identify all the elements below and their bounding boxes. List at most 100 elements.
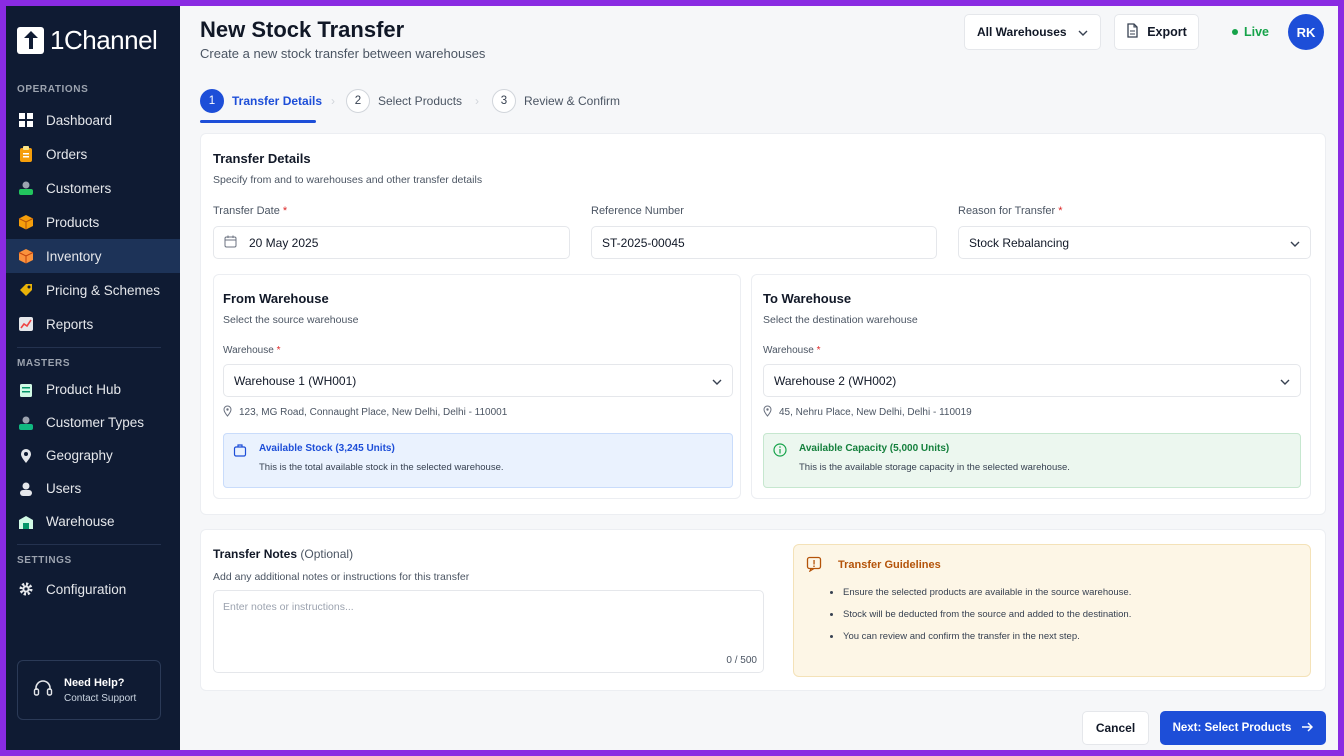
brand[interactable]: 1Channel <box>6 6 180 62</box>
available-stock-title: Available Stock (3,245 Units) <box>259 443 395 454</box>
bullet <box>830 590 833 594</box>
sidebar-item-label: Product Hub <box>46 382 122 397</box>
sidebar-item-label: Pricing & Schemes <box>46 282 161 298</box>
address-text: 45, Nehru Place, New Delhi, Delhi - 1100… <box>779 407 972 418</box>
transfer-details-card: Transfer Details Specify from and to war… <box>200 133 1326 515</box>
transfer-notes-card: Transfer Notes (Optional) Add any additi… <box>200 529 1326 691</box>
sidebar-item-customers[interactable]: Customers <box>6 171 180 205</box>
customer-types-icon <box>17 414 35 432</box>
step-label: Review & Confirm <box>524 94 621 108</box>
arrow-right-icon <box>1301 721 1314 735</box>
label-text: Warehouse <box>223 345 274 356</box>
notes-title: Transfer Notes (Optional) <box>213 547 353 561</box>
contact-support-link[interactable]: Contact Support <box>64 693 136 704</box>
sidebar-item-products[interactable]: Products <box>6 205 180 239</box>
sidebar-item-configuration[interactable]: Configuration <box>6 572 180 606</box>
sidebar-item-label: Reports <box>46 316 94 332</box>
next-button[interactable]: Next: Select Products <box>1160 711 1326 745</box>
sidebar-item-warehouse[interactable]: Warehouse <box>6 505 180 538</box>
chevron-down-icon <box>1290 236 1300 250</box>
warehouse-filter-select[interactable]: All Warehouses <box>964 14 1101 50</box>
step-review-confirm[interactable]: 3 Review & Confirm <box>492 89 620 113</box>
from-warehouse-subtitle: Select the source warehouse <box>223 314 359 326</box>
avatar[interactable]: RK <box>1288 14 1324 50</box>
sidebar-item-reports[interactable]: Reports <box>6 307 180 341</box>
next-label: Next: Select Products <box>1172 722 1292 734</box>
live-status: Live <box>1232 25 1269 39</box>
chevron-down-icon <box>1078 25 1088 39</box>
to-warehouse-label: Warehouse * <box>763 345 821 356</box>
step-label: Transfer Details <box>232 94 323 108</box>
step-label: Select Products <box>378 94 463 108</box>
sidebar-item-inventory[interactable]: Inventory <box>6 239 180 273</box>
reason-select[interactable]: Stock Rebalancing <box>958 226 1311 259</box>
sidebar-item-label: Warehouse <box>46 514 115 529</box>
from-warehouse-card: From Warehouse Select the source warehou… <box>213 274 741 499</box>
gear-icon <box>17 580 35 598</box>
sidebar-item-pricing-schemes[interactable]: Pricing & Schemes <box>6 273 180 307</box>
alert-icon <box>806 556 822 577</box>
sidebar-item-customer-types[interactable]: Customer Types <box>6 406 180 439</box>
reference-number-field[interactable]: ST-2025-00045 <box>591 226 937 259</box>
sidebar-item-geography[interactable]: Geography <box>6 439 180 472</box>
live-dot-icon <box>1232 29 1238 35</box>
character-counter: 0 / 500 <box>726 655 757 666</box>
dashboard-icon <box>17 111 35 129</box>
sidebar-item-users[interactable]: Users <box>6 472 180 505</box>
step-number: 3 <box>492 89 516 113</box>
map-pin-icon <box>223 405 232 420</box>
available-stock-info: Available Stock (3,245 Units) This is th… <box>223 433 733 488</box>
export-button[interactable]: Export <box>1114 14 1199 50</box>
to-warehouse-select[interactable]: Warehouse 2 (WH002) <box>763 364 1301 397</box>
transfer-date-value: 20 May 2025 <box>249 235 319 250</box>
label-text: Transfer Date <box>213 205 280 217</box>
guideline-text: Ensure the selected products are availab… <box>843 586 1132 598</box>
clipboard-icon <box>17 145 35 163</box>
section-label-operations: OPERATIONS <box>17 84 89 95</box>
calendar-icon <box>224 235 237 251</box>
from-warehouse-select[interactable]: Warehouse 1 (WH001) <box>223 364 733 397</box>
section-title: Transfer Details <box>213 151 311 166</box>
to-warehouse-card: To Warehouse Select the destination ware… <box>751 274 1311 499</box>
main-content: New Stock Transfer Create a new stock tr… <box>180 6 1338 750</box>
step-select-products[interactable]: 2 Select Products <box>346 89 462 113</box>
chevron-down-icon <box>1280 374 1290 388</box>
sidebar-item-label: Customers <box>46 180 112 196</box>
customers-icon <box>17 179 35 197</box>
sidebar-item-label: Orders <box>46 146 88 162</box>
notes-textarea[interactable]: Enter notes or instructions... 0 / 500 <box>213 590 764 673</box>
chevron-right-icon: › <box>331 94 335 108</box>
notes-title-text: Transfer Notes <box>213 547 298 561</box>
guidelines-title: Transfer Guidelines <box>838 559 941 571</box>
notes-subtitle: Add any additional notes or instructions… <box>213 571 470 583</box>
sidebar-item-product-hub[interactable]: Product Hub <box>6 373 180 406</box>
cancel-button[interactable]: Cancel <box>1082 711 1149 745</box>
notes-optional: (Optional) <box>300 547 354 561</box>
bullet <box>830 634 833 638</box>
step-transfer-details[interactable]: 1 Transfer Details <box>200 89 322 113</box>
sidebar-item-label: Users <box>46 481 82 496</box>
divider <box>17 544 161 545</box>
sidebar-item-label: Customer Types <box>46 415 145 430</box>
chevron-down-icon <box>712 374 722 388</box>
box-icon <box>17 213 35 231</box>
page-title: New Stock Transfer <box>200 17 405 42</box>
sidebar-item-orders[interactable]: Orders <box>6 137 180 171</box>
guideline-text: You can review and confirm the transfer … <box>843 630 1080 642</box>
help-box[interactable]: Need Help? Contact Support <box>17 660 161 720</box>
to-warehouse-title: To Warehouse <box>763 291 852 306</box>
section-label-settings: SETTINGS <box>17 555 72 566</box>
reference-number-value: ST-2025-00045 <box>602 235 685 250</box>
sidebar-item-label: Configuration <box>46 581 127 597</box>
warehouse-filter-value: All Warehouses <box>977 25 1067 39</box>
from-warehouse-address: 123, MG Road, Connaught Place, New Delhi… <box>223 405 507 420</box>
transfer-date-field[interactable]: 20 May 2025 <box>213 226 570 259</box>
sidebar-item-dashboard[interactable]: Dashboard <box>6 103 180 137</box>
step-number: 2 <box>346 89 370 113</box>
sidebar-item-label: Inventory <box>46 248 102 264</box>
from-warehouse-label: Warehouse * <box>223 345 281 356</box>
transfer-date-label: Transfer Date * <box>213 205 288 217</box>
tag-icon <box>17 281 35 299</box>
page-subtitle: Create a new stock transfer between ware… <box>200 46 486 61</box>
file-icon <box>1126 23 1139 41</box>
